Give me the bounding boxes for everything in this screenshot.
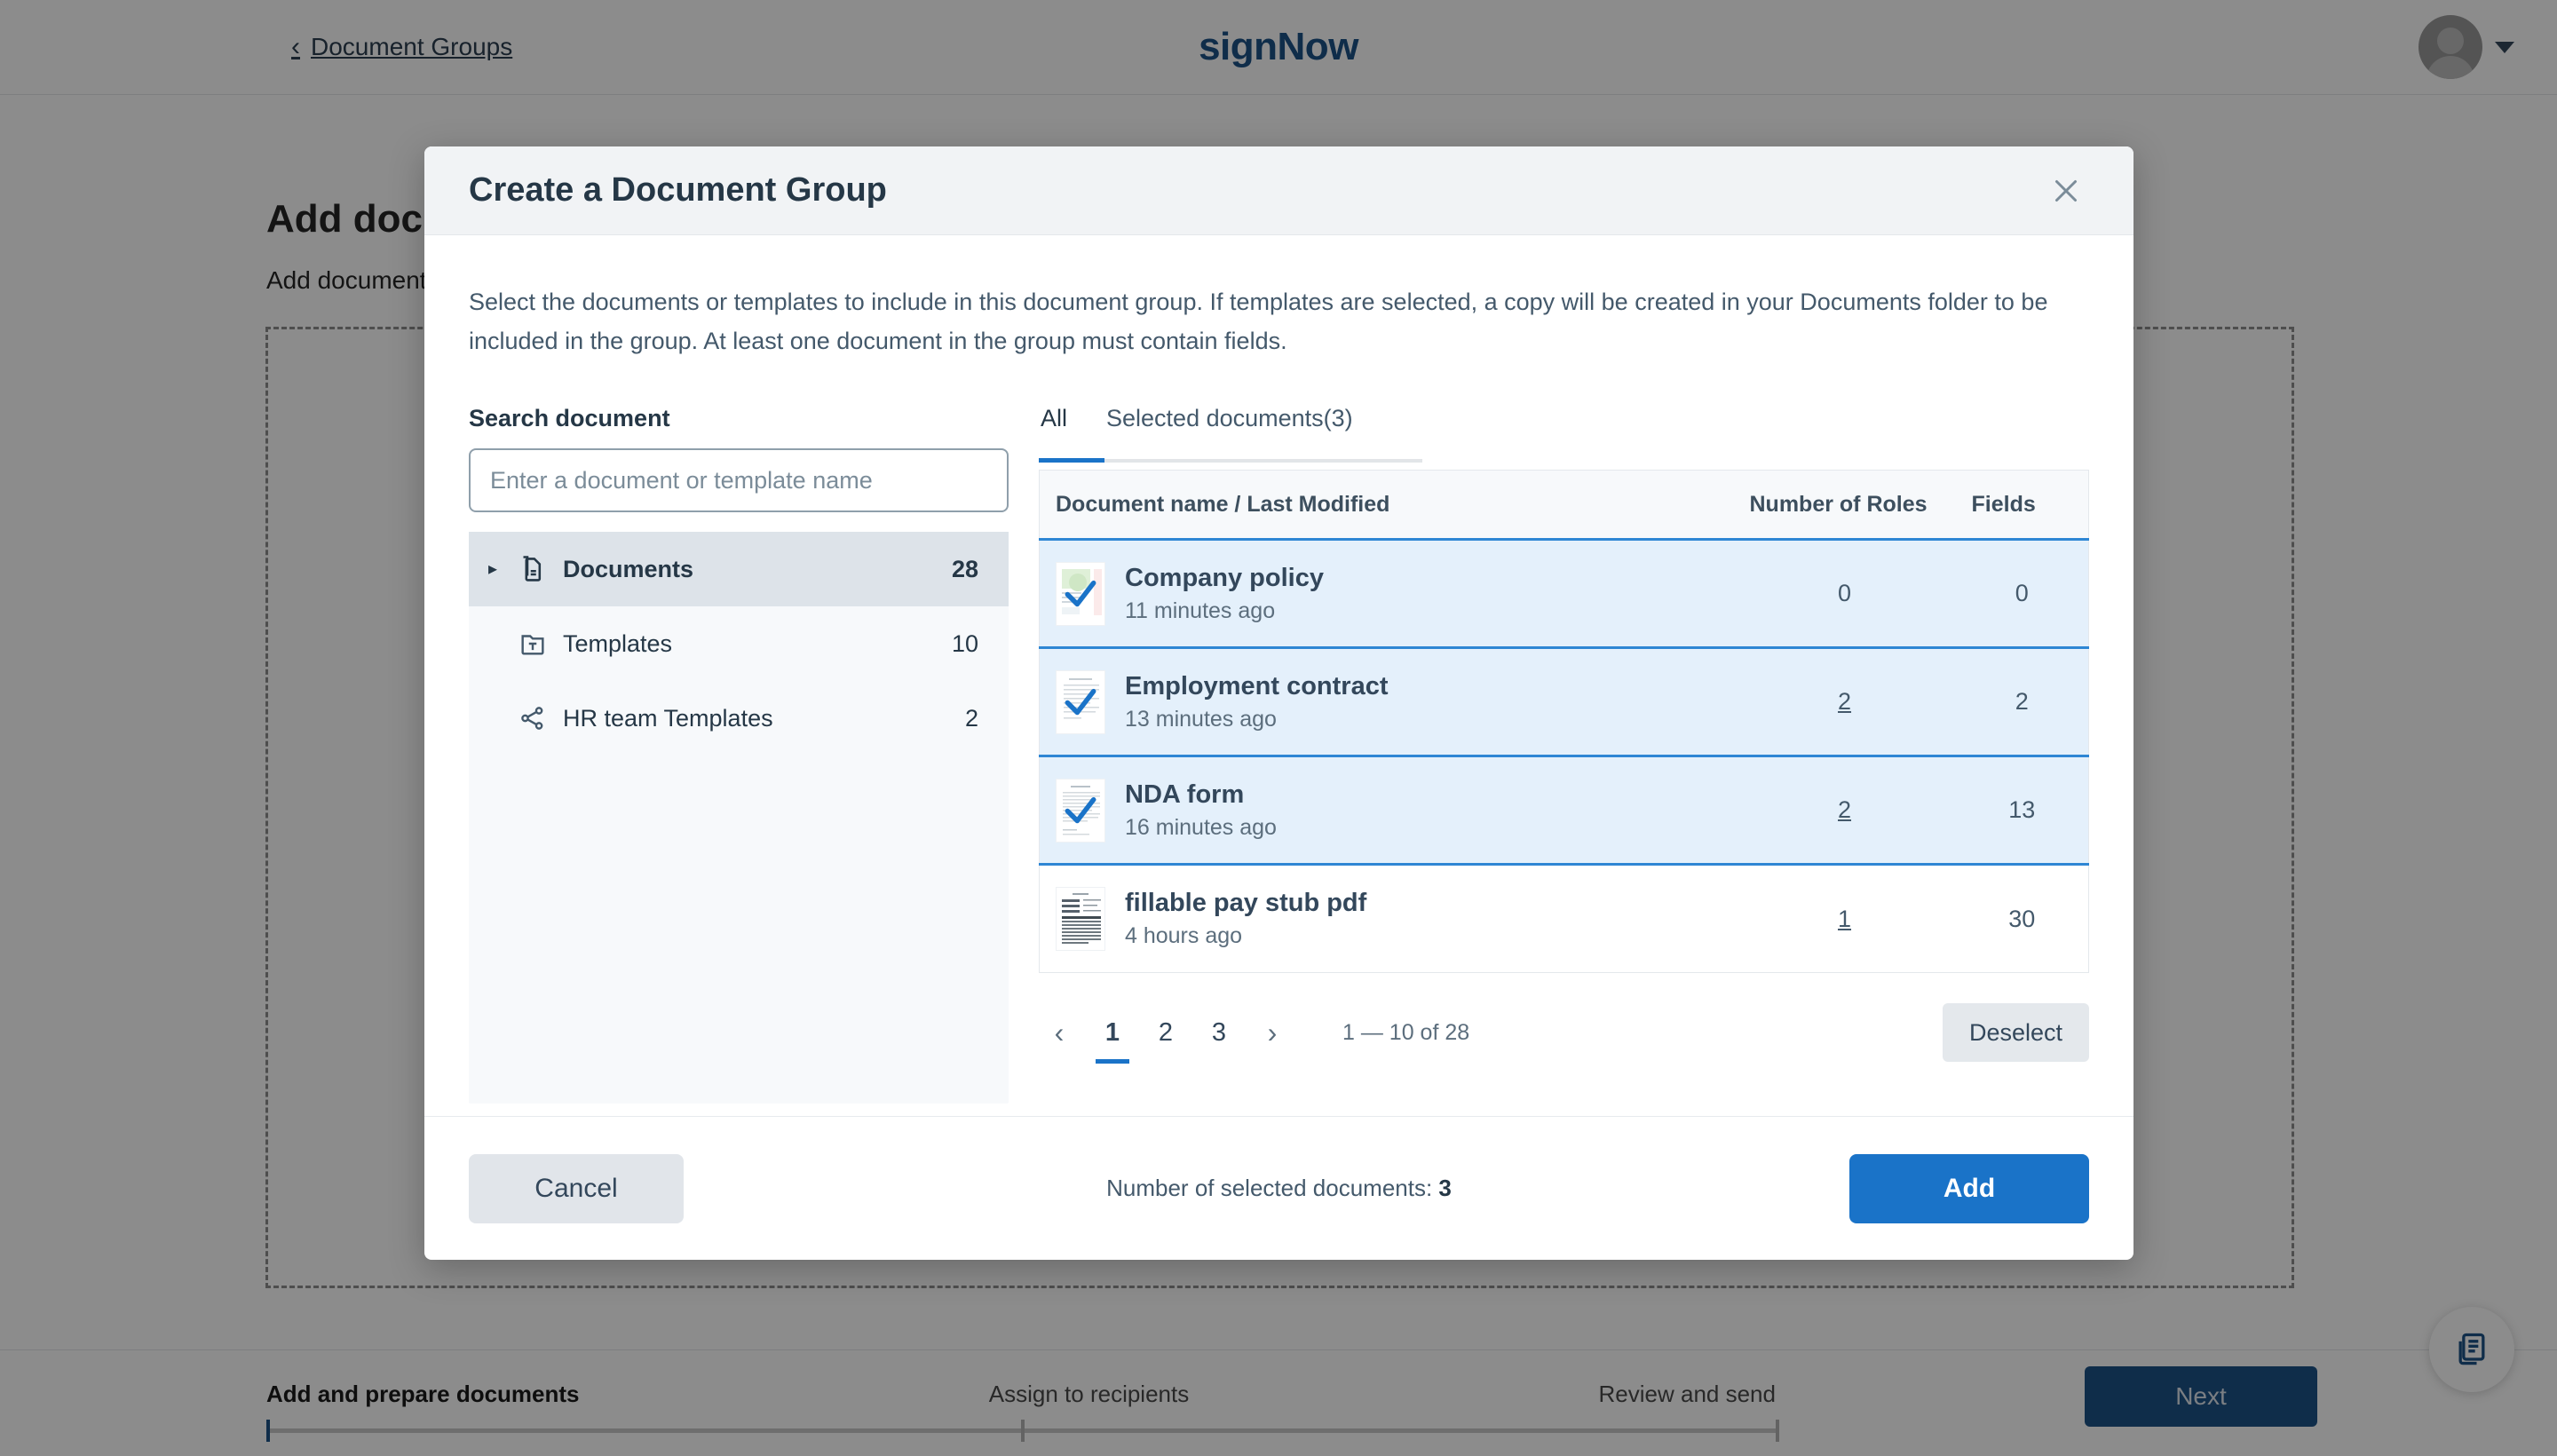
close-icon[interactable] [2043, 168, 2089, 214]
pagination: ‹ 1 2 3 › 1 — 10 of 28 [1039, 1012, 1469, 1053]
modal-body: Select the documents or templates to inc… [424, 235, 2133, 1116]
sidebar-item-count: 2 [965, 705, 978, 732]
search-input[interactable] [469, 448, 1009, 512]
chevron-left-icon[interactable]: ‹ [1039, 1012, 1080, 1053]
create-document-group-modal: Create a Document Group Select the docum… [424, 146, 2133, 1260]
table-header-row: Document name / Last Modified Number of … [1040, 471, 2089, 540]
page-button-2[interactable]: 2 [1145, 1012, 1186, 1053]
selected-count-label: Number of selected documents: 3 [1106, 1175, 1452, 1202]
shared-template-icon [508, 703, 558, 733]
tab-underline-active [1039, 458, 1104, 463]
sidebar-item-label: Templates [563, 630, 672, 658]
column-header-name: Document name / Last Modified [1040, 471, 1734, 540]
document-list-panel: All Selected documents(3) Document name … [1039, 405, 2089, 1104]
document-list-tabs: All Selected documents(3) [1039, 405, 2089, 463]
document-modified: 13 minutes ago [1125, 707, 1389, 732]
column-header-fields: Fields [1956, 471, 2089, 540]
selected-count-value: 3 [1438, 1175, 1451, 1201]
folder-tree: ▸ Documents 28 [469, 532, 1009, 1104]
checked-icon [1061, 791, 1100, 835]
document-name: Employment contract [1125, 672, 1389, 701]
sidebar-item-count: 28 [952, 556, 978, 583]
modal-title: Create a Document Group [469, 171, 887, 210]
tab-all[interactable]: All [1039, 405, 1069, 445]
document-roles: 0 [1734, 540, 1956, 648]
document-thumbnail [1056, 887, 1105, 951]
page-button-1[interactable]: 1 [1092, 1012, 1133, 1053]
document-roles[interactable]: 1 [1838, 906, 1851, 932]
sidebar-item-hr-team-templates[interactable]: HR team Templates 2 [469, 681, 1009, 756]
caret-right-icon: ▸ [488, 560, 508, 578]
sidebar-item-label: Documents [563, 556, 693, 583]
document-source-panel: Search document ▸ Documents [469, 405, 1009, 1104]
document-thumbnail [1056, 670, 1105, 734]
pagination-range: 1 — 10 of 28 [1342, 1020, 1469, 1046]
document-thumbnail [1056, 562, 1105, 626]
document-roles[interactable]: 2 [1838, 688, 1851, 715]
document-name: fillable pay stub pdf [1125, 889, 1366, 918]
checked-icon [1061, 683, 1100, 726]
table-row[interactable]: fillable pay stub pdf 4 hours ago 1 30 [1040, 865, 2089, 973]
sidebar-item-count: 10 [952, 630, 978, 658]
documents-stack-icon [508, 553, 558, 585]
document-modified: 16 minutes ago [1125, 815, 1277, 841]
search-label: Search document [469, 405, 1009, 432]
tab-selected-documents[interactable]: Selected documents(3) [1104, 405, 1355, 445]
table-row[interactable]: Employment contract 13 minutes ago 2 2 [1040, 648, 2089, 756]
document-fields: 13 [1956, 756, 2089, 865]
table-row[interactable]: Company policy 11 minutes ago 0 0 [1040, 540, 2089, 648]
table-row[interactable]: NDA form 16 minutes ago 2 13 [1040, 756, 2089, 865]
chevron-right-icon[interactable]: › [1252, 1012, 1293, 1053]
documents-table: Document name / Last Modified Number of … [1039, 470, 2089, 973]
page-button-3[interactable]: 3 [1199, 1012, 1239, 1053]
selected-count-prefix: Number of selected documents: [1106, 1175, 1438, 1201]
document-fields: 0 [1956, 540, 2089, 648]
document-name: NDA form [1125, 780, 1277, 810]
document-modified: 11 minutes ago [1125, 598, 1324, 624]
sidebar-item-templates[interactable]: Templates 10 [469, 606, 1009, 681]
pagination-row: ‹ 1 2 3 › 1 — 10 of 28 Deselect [1039, 1003, 2089, 1062]
sidebar-item-label: HR team Templates [563, 705, 773, 732]
modal-header: Create a Document Group [424, 146, 2133, 235]
document-modified: 4 hours ago [1125, 923, 1366, 949]
document-fields: 2 [1956, 648, 2089, 756]
cancel-button[interactable]: Cancel [469, 1154, 684, 1223]
deselect-button[interactable]: Deselect [1943, 1003, 2089, 1062]
template-folder-icon [508, 629, 558, 659]
document-roles[interactable]: 2 [1838, 796, 1851, 823]
sidebar-item-documents[interactable]: ▸ Documents 28 [469, 532, 1009, 606]
modal-footer: Cancel Number of selected documents: 3 A… [424, 1116, 2133, 1260]
document-fields: 30 [1956, 865, 2089, 973]
document-name: Company policy [1125, 564, 1324, 593]
modal-description: Select the documents or templates to inc… [469, 283, 2067, 360]
column-header-roles: Number of Roles [1734, 471, 1956, 540]
checked-icon [1061, 574, 1100, 618]
add-button[interactable]: Add [1849, 1154, 2089, 1223]
document-thumbnail [1056, 779, 1105, 843]
